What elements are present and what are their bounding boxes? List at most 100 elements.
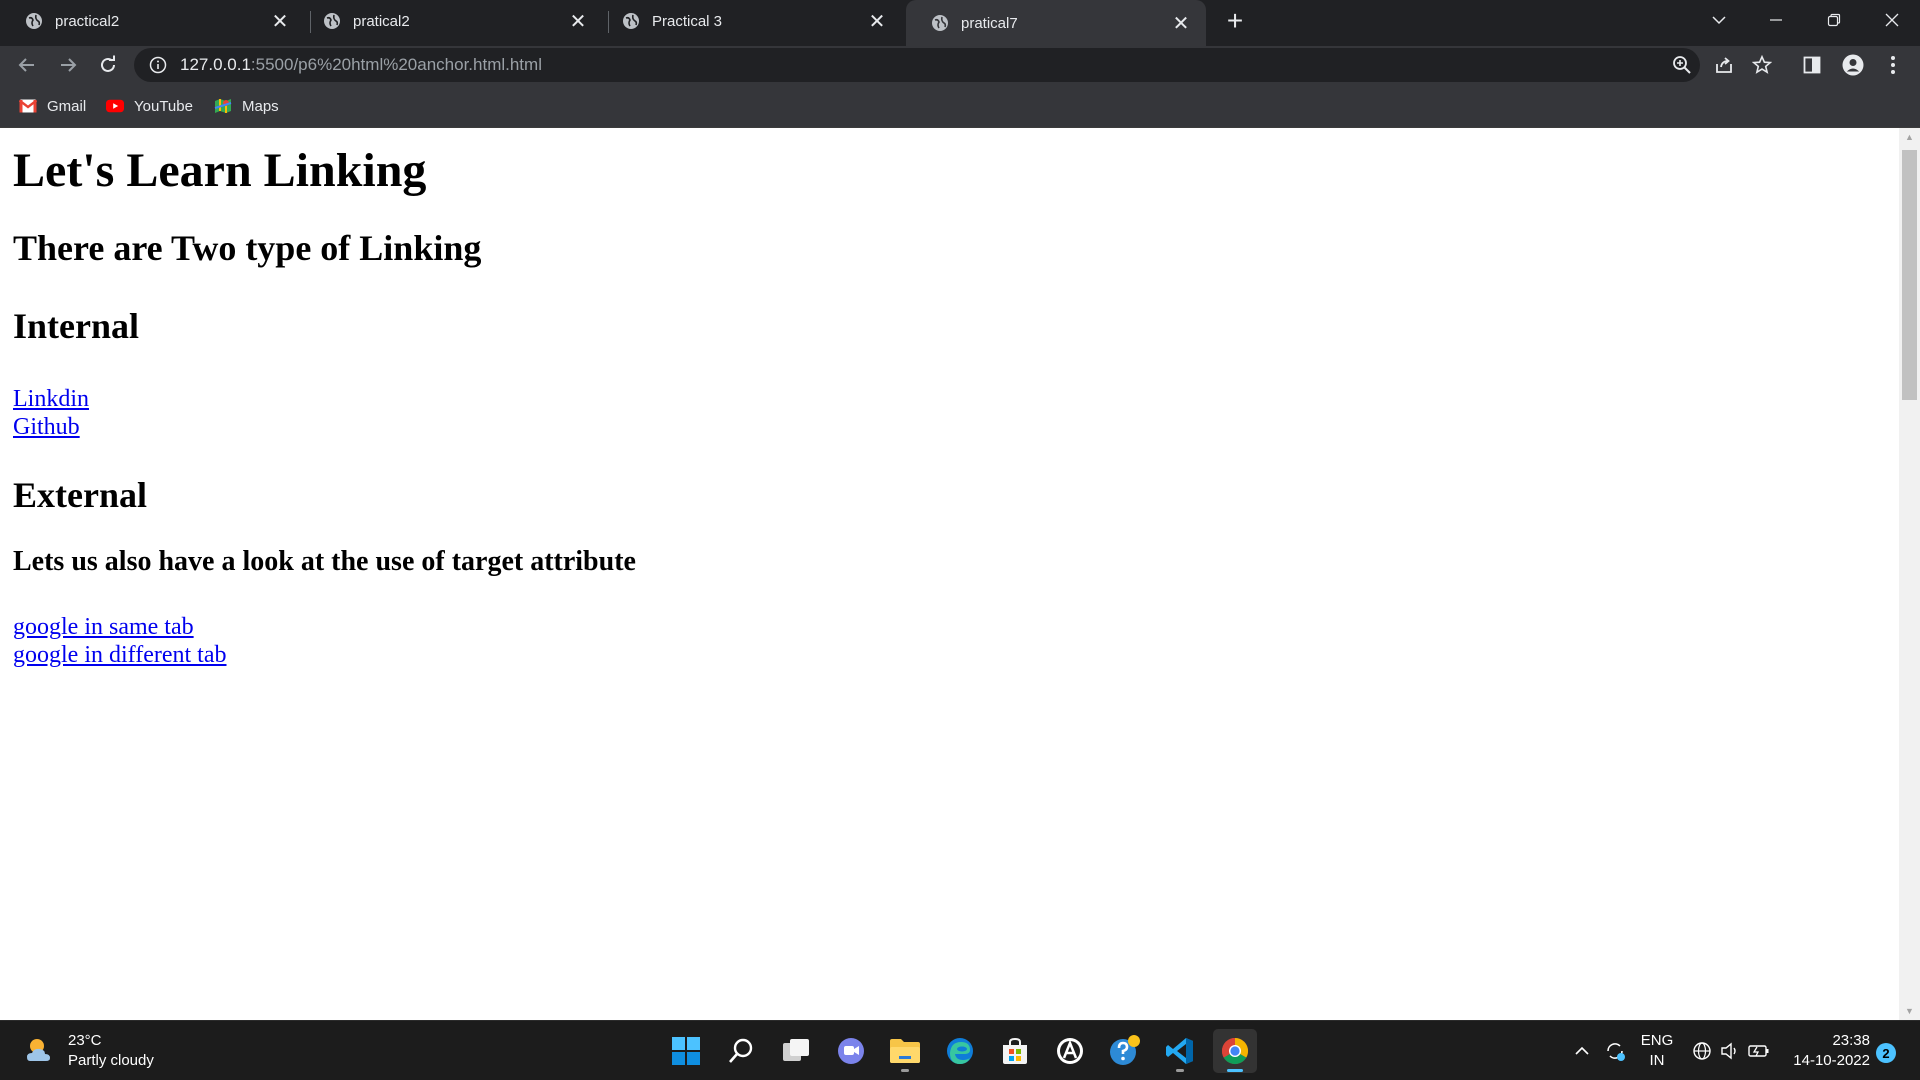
tab-title: pratical2 [353, 12, 410, 30]
globe-icon [323, 12, 341, 30]
profile-avatar-icon[interactable] [1839, 51, 1867, 79]
search-icon [729, 1038, 753, 1063]
restore-button[interactable] [1806, 0, 1862, 40]
close-tab-icon[interactable]: ✕ [565, 8, 591, 34]
external-links: google in same tab google in different t… [13, 613, 1899, 669]
minimize-button[interactable] [1748, 0, 1804, 40]
sync-icon[interactable] [1600, 1021, 1630, 1080]
scrollbar-thumb[interactable] [1902, 150, 1917, 400]
weather-temperature: 23°C [68, 1032, 102, 1049]
tab-pratical2[interactable]: pratical2 ✕ [298, 0, 603, 42]
language-indicator[interactable]: ENG IN [1638, 1021, 1676, 1080]
google-same-tab-link[interactable]: google in same tab [13, 613, 194, 641]
bookmark-label: Gmail [47, 97, 87, 115]
external-heading: External [13, 474, 147, 515]
maps-icon [214, 97, 232, 115]
edge-button[interactable] [938, 1029, 982, 1073]
scroll-down-arrow-icon[interactable]: ▼ [1899, 1002, 1920, 1020]
folder-icon [890, 1039, 920, 1063]
windows-taskbar: 23°C Partly cloudy ENG IN 23:38 14-10-20… [0, 1020, 1920, 1080]
tab-title: pratical7 [961, 14, 1018, 32]
bookmark-gmail[interactable]: Gmail [19, 94, 86, 118]
share-icon[interactable] [1710, 51, 1738, 79]
google-different-tab-link[interactable]: google in different tab [13, 641, 227, 669]
search-button[interactable] [719, 1029, 763, 1073]
chat-icon [838, 1038, 864, 1064]
page-viewport: Let's Learn Linking There are Two type o… [0, 128, 1899, 1020]
url-path: :5500/p6%20html%20anchor.html.html [250, 55, 542, 74]
bookmark-maps[interactable]: Maps [214, 94, 279, 118]
teams-chat-button[interactable] [829, 1029, 873, 1073]
notification-badge[interactable]: 2 [1876, 1043, 1896, 1063]
volume-icon[interactable] [1718, 1021, 1742, 1080]
bookmark-youtube[interactable]: YouTube [106, 94, 193, 118]
running-indicator [1176, 1069, 1184, 1072]
tab-practical-3[interactable]: Practical 3 ✕ [597, 0, 902, 42]
close-tab-icon[interactable]: ✕ [1168, 10, 1194, 36]
internal-links: Linkdin Github [13, 385, 1899, 441]
task-view-icon [783, 1039, 809, 1061]
github-link[interactable]: Github [13, 413, 80, 441]
start-button[interactable] [664, 1029, 708, 1073]
zoom-icon[interactable] [1670, 53, 1694, 77]
url-host: 127.0.0.1 [180, 55, 251, 74]
vscode-icon [1166, 1038, 1193, 1064]
partly-cloudy-icon [27, 1039, 50, 1061]
linkdin-link[interactable]: Linkdin [13, 385, 89, 413]
app-button[interactable] [1048, 1029, 1092, 1073]
running-indicator [1227, 1069, 1243, 1072]
store-button[interactable] [993, 1029, 1037, 1073]
close-tab-icon[interactable]: ✕ [864, 8, 890, 34]
close-tab-icon[interactable]: ✕ [267, 8, 293, 34]
tab-pratical7[interactable]: pratical7 ✕ [906, 0, 1206, 46]
intro-heading: There are Two type of Linking [13, 228, 482, 269]
help-button[interactable] [1103, 1029, 1147, 1073]
region-code: IN [1649, 1052, 1665, 1069]
side-panel-icon[interactable] [1798, 51, 1826, 79]
bookmarks-bar: Gmail YouTube Maps [0, 84, 1920, 128]
address-bar[interactable]: 127.0.0.1:5500/p6%20html%20anchor.html.h… [134, 48, 1700, 82]
site-info-icon[interactable] [148, 55, 168, 75]
task-view-button[interactable] [774, 1029, 818, 1073]
chrome-icon [1221, 1037, 1249, 1065]
target-heading: Lets us also have a look at the use of t… [13, 546, 636, 578]
help-icon [1110, 1035, 1140, 1065]
store-icon [1003, 1037, 1027, 1064]
edge-icon [947, 1038, 973, 1064]
weather-description: Partly cloudy [68, 1052, 154, 1069]
forward-button[interactable] [52, 49, 84, 81]
language-code: ENG [1640, 1032, 1674, 1049]
globe-icon [25, 12, 43, 30]
globe-icon [931, 14, 949, 32]
internal-heading: Internal [13, 305, 139, 346]
url-text: 127.0.0.1:5500/p6%20html%20anchor.html.h… [180, 55, 542, 75]
file-explorer-button[interactable] [883, 1029, 927, 1073]
page-scrollbar[interactable]: ▲ ▼ [1899, 128, 1920, 1020]
back-button[interactable] [11, 49, 43, 81]
clock[interactable]: 23:38 14-10-2022 [1784, 1021, 1870, 1080]
tab-search-chevron-icon[interactable] [1691, 0, 1747, 40]
page-heading: Let's Learn Linking [13, 144, 427, 197]
show-hidden-icons-chevron-icon[interactable] [1570, 1021, 1594, 1080]
chrome-button[interactable] [1213, 1029, 1257, 1073]
app-logo-icon [1057, 1038, 1083, 1064]
battery-icon[interactable] [1746, 1021, 1772, 1080]
clock-date: 14-10-2022 [1793, 1052, 1870, 1069]
bookmark-label: Maps [242, 97, 279, 115]
gmail-icon [19, 97, 37, 115]
bookmark-label: YouTube [134, 97, 193, 115]
network-globe-icon[interactable] [1690, 1021, 1714, 1080]
globe-icon [622, 12, 640, 30]
vscode-button[interactable] [1158, 1029, 1202, 1073]
weather-widget[interactable]: 23°C Partly cloudy [22, 1031, 154, 1071]
new-tab-button[interactable]: + [1220, 5, 1250, 36]
close-window-button[interactable] [1864, 0, 1920, 40]
reload-button[interactable] [92, 49, 124, 81]
browser-menu-icon[interactable] [1879, 51, 1907, 79]
running-indicator [901, 1069, 909, 1072]
browser-toolbar: 127.0.0.1:5500/p6%20html%20anchor.html.h… [0, 46, 1920, 84]
scroll-up-arrow-icon[interactable]: ▲ [1899, 128, 1920, 146]
tab-practical2[interactable]: practical2 ✕ [0, 0, 305, 42]
bookmark-star-icon[interactable] [1748, 51, 1776, 79]
tab-strip: practical2 ✕ pratical2 ✕ Practical 3 ✕ p… [0, 0, 1920, 46]
